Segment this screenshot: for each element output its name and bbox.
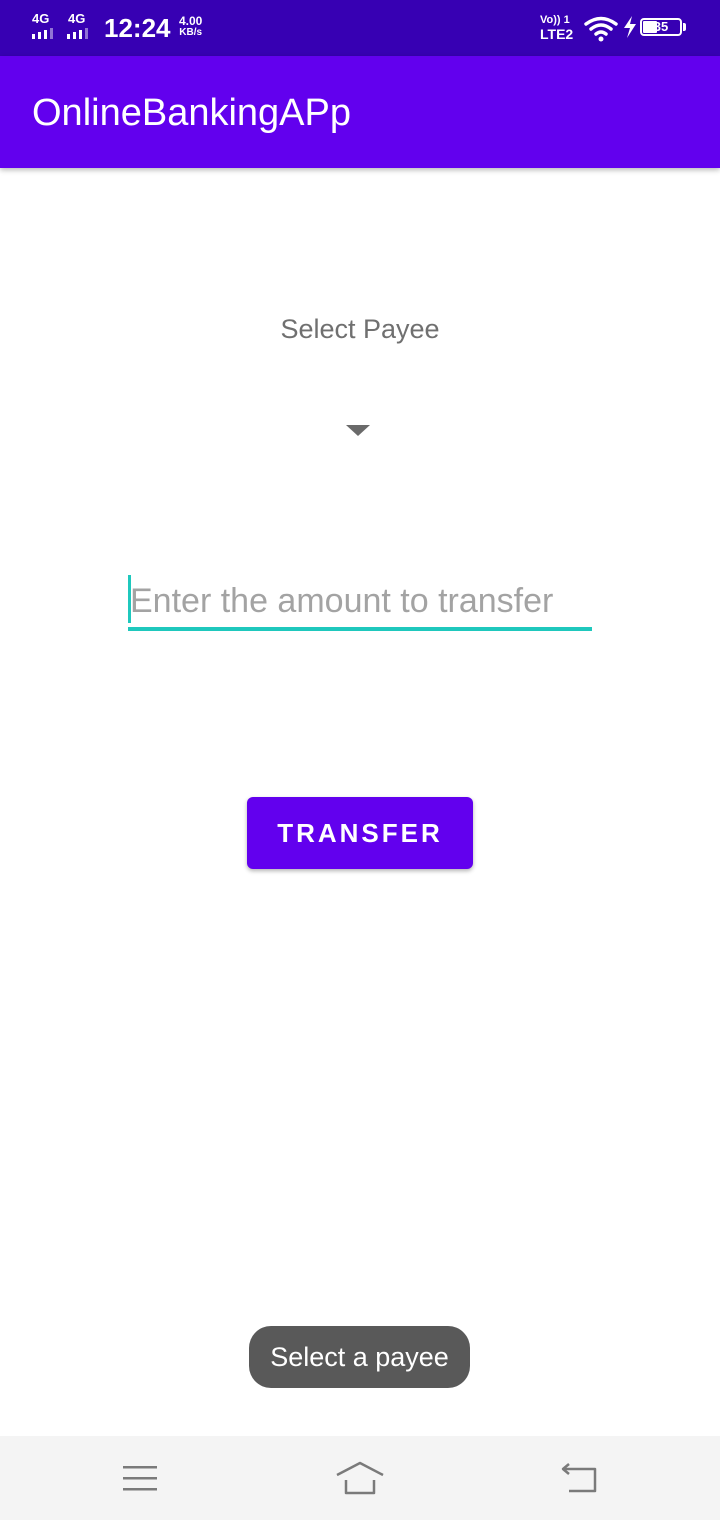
amount-input[interactable] <box>128 574 592 628</box>
clock: 12:24 <box>104 13 171 43</box>
back-button[interactable] <box>550 1450 610 1506</box>
network-speed-unit: KB/s <box>179 27 203 38</box>
battery-icon: 35 <box>640 18 682 36</box>
menu-button[interactable] <box>110 1450 170 1506</box>
charging-icon <box>624 16 636 38</box>
wifi-icon <box>584 16 618 42</box>
home-icon <box>336 1461 384 1495</box>
menu-icon <box>123 1466 157 1491</box>
signal-icon <box>32 28 53 39</box>
text-cursor <box>128 575 131 623</box>
network-speed: 4.00 KB/s <box>179 15 202 38</box>
battery-level: 35 <box>653 19 669 34</box>
lte-indicator: LTE2 <box>540 26 574 42</box>
amount-field[interactable] <box>128 574 592 632</box>
network-type-2: 4G <box>68 11 86 26</box>
back-icon <box>561 1463 597 1493</box>
amount-field-underline <box>128 627 592 631</box>
toast-message: Select a payee <box>249 1326 470 1388</box>
status-bar: 4G 4G 12:24 4.00 KB/s Vo)) 1 LTE2 35 <box>0 0 720 56</box>
network-type-1: 4G <box>32 11 50 26</box>
battery-tip <box>683 23 686 31</box>
transfer-button[interactable]: TRANSFER <box>247 797 473 869</box>
home-button[interactable] <box>330 1450 390 1506</box>
signal-icon <box>67 28 88 39</box>
volte-indicator: Vo)) 1 <box>540 14 570 26</box>
payee-dropdown-arrow-icon[interactable] <box>346 425 370 436</box>
app-title: OnlineBankingAPp <box>32 92 351 134</box>
network-speed-value: 4.00 <box>179 14 203 28</box>
select-payee-label: Select Payee <box>280 314 440 344</box>
app-bar: OnlineBankingAPp <box>0 56 720 168</box>
navigation-bar <box>0 1436 720 1520</box>
